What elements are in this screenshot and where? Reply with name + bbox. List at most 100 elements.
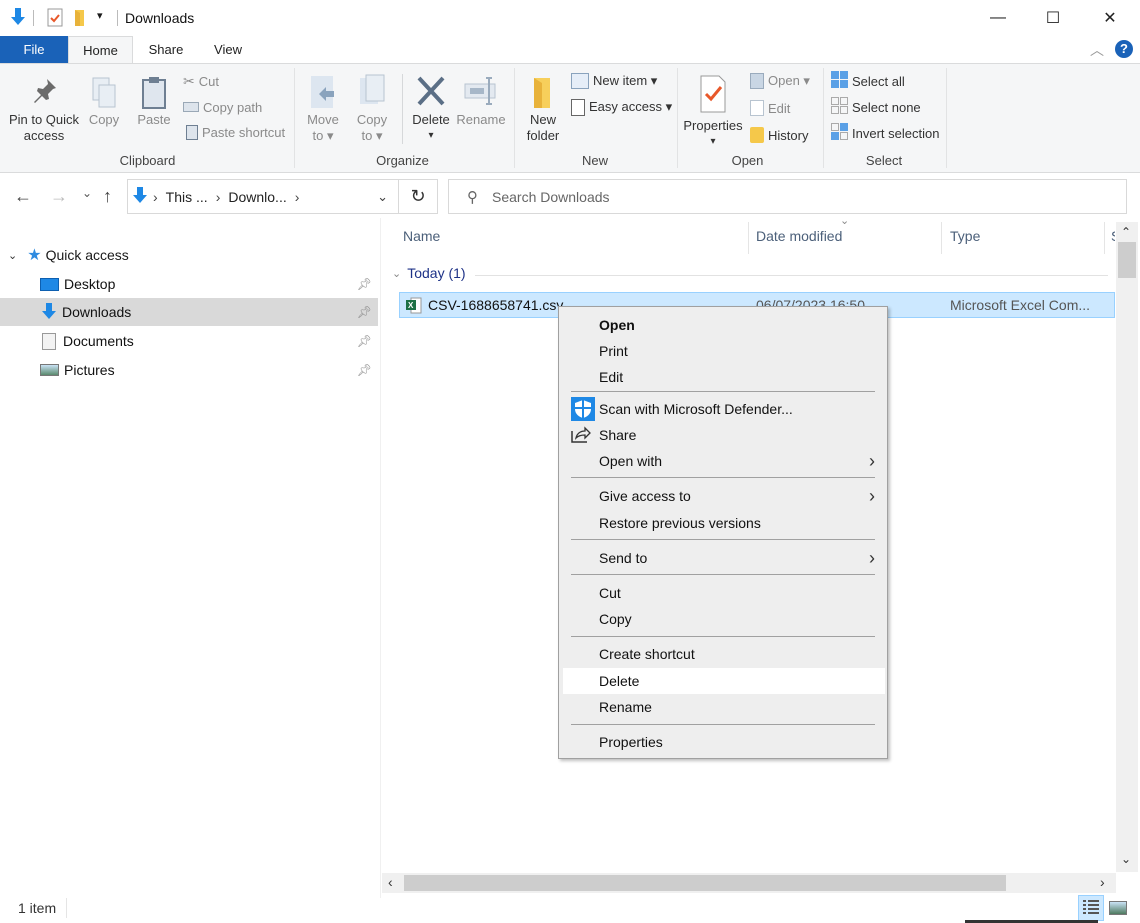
move-to-arrow: to ▾ xyxy=(312,128,334,143)
new-folder-qat-icon[interactable] xyxy=(74,8,86,30)
recent-locations-button[interactable]: ⌄ xyxy=(82,186,92,200)
scroll-right-arrow-icon[interactable]: › xyxy=(1100,874,1105,890)
maximize-button[interactable]: ☐ xyxy=(1025,0,1081,36)
refresh-button[interactable]: ↻ xyxy=(399,179,438,214)
pin-icon[interactable]: 📌︎ xyxy=(357,305,372,319)
new-folder-button[interactable]: New folder xyxy=(522,74,564,144)
up-button[interactable]: ↑ xyxy=(103,186,112,207)
submenu-arrow-icon: › xyxy=(869,485,875,506)
customize-qat-icon[interactable]: ▾ xyxy=(97,9,103,22)
new-item-button[interactable]: New item ▾ xyxy=(571,70,657,92)
vertical-scrollbar[interactable]: ⌃ ⌄ xyxy=(1116,222,1138,872)
sidebar-item-pictures[interactable]: Pictures 📌︎ xyxy=(0,356,378,384)
properties-button[interactable]: Properties ▾ xyxy=(682,74,744,150)
vertical-scroll-thumb[interactable] xyxy=(1118,242,1136,278)
pin-to-quick-access-button[interactable]: Pin to Quick access xyxy=(6,76,82,144)
move-to-button[interactable]: Move to ▾ xyxy=(303,74,343,144)
title-bar: ▾ Downloads — ☐ ✕ xyxy=(0,0,1140,36)
sidebar-item-downloads[interactable]: Downloads 📌︎ xyxy=(0,298,378,326)
easy-access-button[interactable]: Easy access ▾ xyxy=(571,96,672,118)
copy-button[interactable]: Copy xyxy=(86,76,122,128)
breadcrumb-downloads[interactable]: Downlo... xyxy=(228,189,286,205)
group-header-today[interactable]: ⌄ Today (1) xyxy=(392,265,466,281)
menu-item-open[interactable]: Open xyxy=(559,312,887,338)
tab-home[interactable]: Home xyxy=(68,36,133,64)
pin-icon[interactable]: 📌︎ xyxy=(357,277,372,291)
menu-item-print[interactable]: Print xyxy=(559,338,887,364)
collapse-group-icon[interactable]: ⌄ xyxy=(392,267,401,280)
menu-item-copy[interactable]: Copy xyxy=(559,606,887,632)
scroll-up-arrow-icon[interactable]: ⌃ xyxy=(1121,225,1131,239)
group-separator xyxy=(514,68,515,168)
pane-divider[interactable] xyxy=(380,218,381,898)
menu-separator xyxy=(571,636,875,637)
star-icon: ★ xyxy=(27,247,42,264)
menu-item-share[interactable]: Share xyxy=(559,422,887,448)
paste-shortcut-button[interactable]: Paste shortcut xyxy=(186,121,285,143)
sidebar-item-desktop[interactable]: Desktop 📌︎ xyxy=(0,270,378,298)
tab-file[interactable]: File xyxy=(0,36,68,64)
edit-button[interactable]: Edit xyxy=(750,97,790,119)
menu-item-restore-previous-versions[interactable]: Restore previous versions xyxy=(559,510,887,536)
menu-item-scan-defender[interactable]: Scan with Microsoft Defender... xyxy=(559,396,887,422)
select-none-button[interactable]: Select none xyxy=(831,96,921,118)
horizontal-scrollbar[interactable]: ‹ › xyxy=(382,873,1116,893)
expand-chevron-icon[interactable]: ⌄ xyxy=(8,249,17,262)
menu-item-properties[interactable]: Properties xyxy=(559,729,887,755)
invert-selection-label: Invert selection xyxy=(852,125,940,141)
column-separator[interactable] xyxy=(1104,222,1105,254)
minimize-button[interactable]: — xyxy=(970,0,1026,36)
invert-selection-button[interactable]: Invert selection xyxy=(831,122,939,144)
help-icon[interactable]: ? xyxy=(1115,40,1133,58)
rename-button[interactable]: Rename xyxy=(456,74,506,128)
copy-path-button[interactable]: Copy path xyxy=(183,96,262,118)
scroll-down-arrow-icon[interactable]: ⌄ xyxy=(1121,852,1131,866)
properties-qat-icon[interactable] xyxy=(47,8,63,30)
desktop-icon xyxy=(40,277,59,291)
delete-button[interactable]: Delete ▾ xyxy=(410,74,452,144)
paste-shortcut-label: Paste shortcut xyxy=(202,124,286,140)
details-view-button[interactable] xyxy=(1078,895,1104,921)
menu-item-rename[interactable]: Rename xyxy=(559,694,887,720)
select-all-button[interactable]: Select all xyxy=(831,70,905,92)
breadcrumb-this-pc[interactable]: This ... xyxy=(166,189,208,205)
column-header-name[interactable]: Name xyxy=(403,228,440,244)
menu-item-edit[interactable]: Edit xyxy=(559,364,887,390)
column-header-date-modified[interactable]: Date modified xyxy=(756,228,842,244)
sidebar-item-documents[interactable]: Documents 📌︎ xyxy=(0,327,378,355)
scroll-left-arrow-icon[interactable]: ‹ xyxy=(388,874,393,890)
pin-icon[interactable]: 📌︎ xyxy=(357,334,372,348)
search-box[interactable]: ⚲ Search Downloads xyxy=(448,179,1127,214)
sidebar-quick-access[interactable]: ⌄ ★ Quick access xyxy=(0,241,380,269)
column-separator[interactable] xyxy=(748,222,749,254)
column-header-size[interactable]: S xyxy=(1111,228,1115,244)
column-separator[interactable] xyxy=(941,222,942,254)
menu-item-give-access-to[interactable]: Give access to › xyxy=(559,483,887,509)
menu-item-delete[interactable]: Delete xyxy=(563,668,885,694)
address-dropdown-icon[interactable]: ⌄ xyxy=(377,189,388,205)
column-header-type[interactable]: Type xyxy=(950,228,980,244)
tab-view[interactable]: View xyxy=(207,36,249,64)
share-icon xyxy=(571,425,591,446)
copy-to-button[interactable]: Copy to ▾ xyxy=(352,74,392,144)
forward-button[interactable]: → xyxy=(50,186,68,207)
tab-share[interactable]: Share xyxy=(145,36,187,64)
pin-label-line2: access xyxy=(23,128,65,143)
menu-item-open-with[interactable]: Open with › xyxy=(559,448,887,474)
large-icons-view-button[interactable] xyxy=(1108,899,1128,917)
collapse-ribbon-icon[interactable]: ︿ xyxy=(1090,40,1104,60)
pin-icon[interactable]: 📌︎ xyxy=(357,363,372,377)
history-button[interactable]: History xyxy=(750,124,808,146)
horizontal-scroll-thumb[interactable] xyxy=(404,875,1006,891)
cut-button[interactable]: ✂ Cut xyxy=(183,70,219,92)
menu-item-send-to[interactable]: Send to › xyxy=(559,545,887,571)
open-button[interactable]: Open ▾ xyxy=(750,70,810,92)
address-bar[interactable]: › This ... › Downlo... › ⌄ xyxy=(127,179,399,214)
paste-button[interactable]: Paste xyxy=(134,76,174,128)
menu-item-cut[interactable]: Cut xyxy=(559,580,887,606)
search-input[interactable]: Search Downloads xyxy=(492,189,610,205)
file-name[interactable]: CSV-1688658741.csv xyxy=(428,297,563,313)
back-button[interactable]: ← xyxy=(14,186,32,207)
close-button[interactable]: ✕ xyxy=(1082,0,1138,36)
menu-item-create-shortcut[interactable]: Create shortcut xyxy=(559,641,887,667)
